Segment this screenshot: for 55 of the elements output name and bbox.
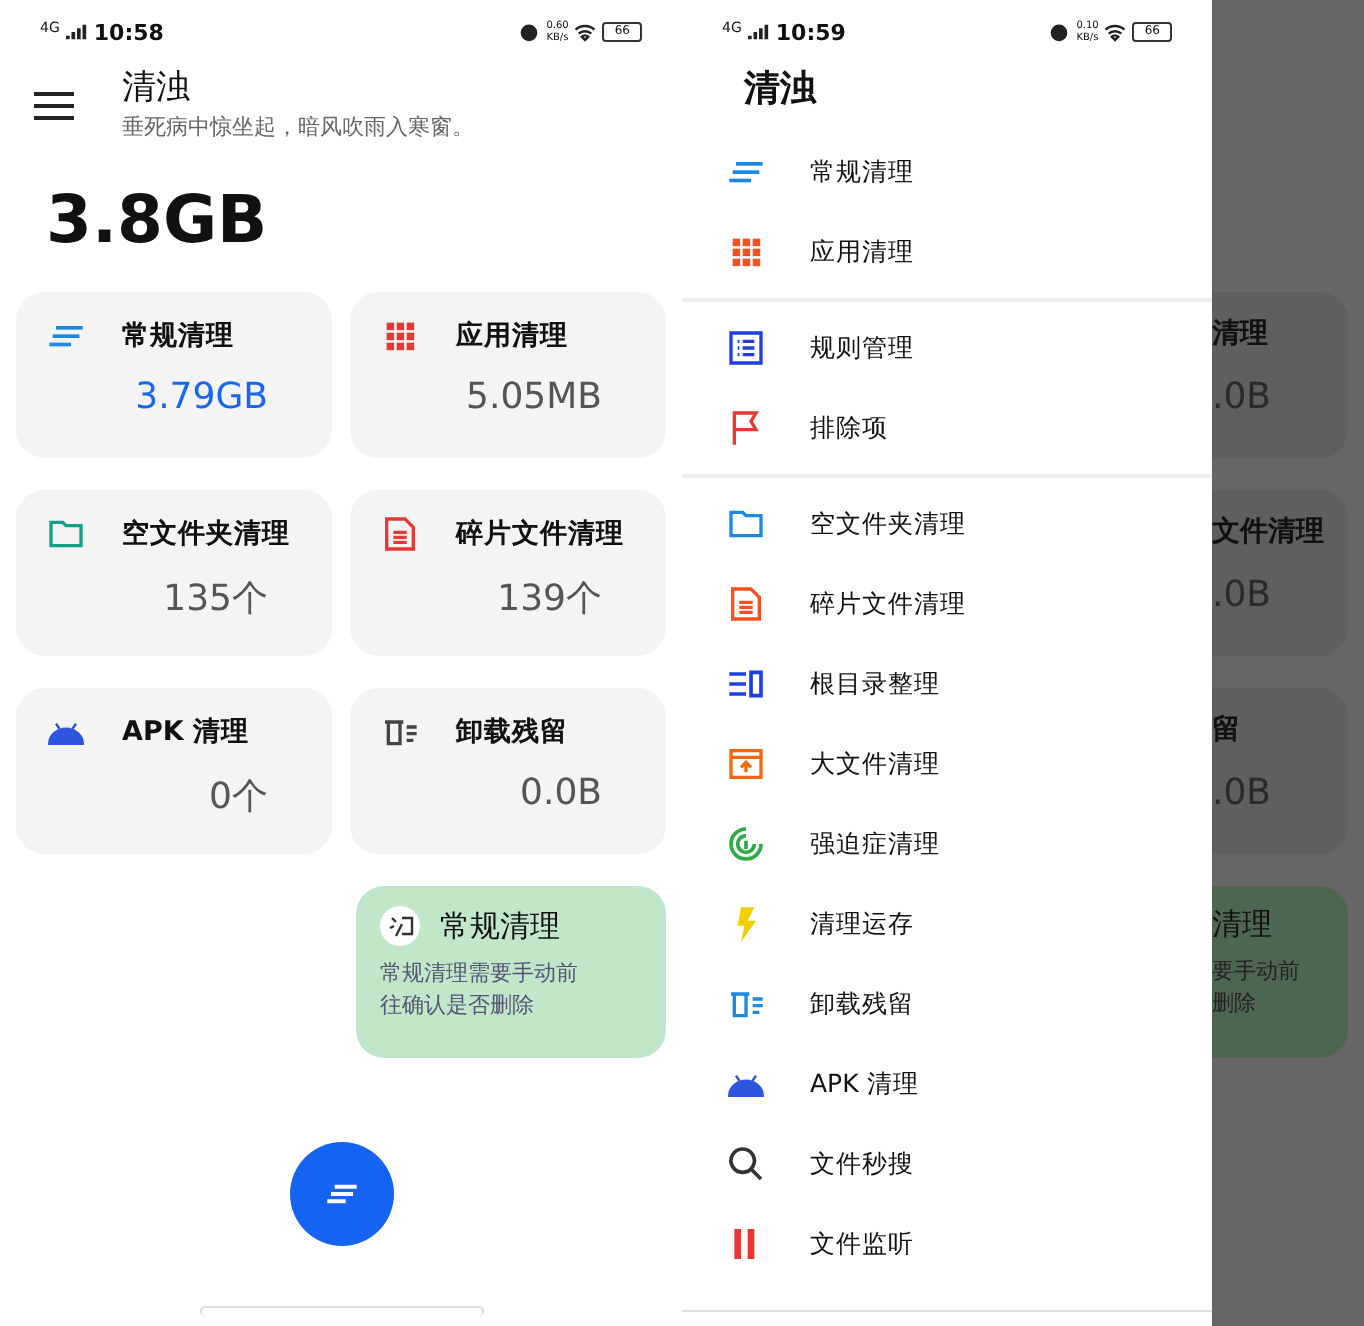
app-logo-icon: [380, 906, 420, 946]
card-title: 应用清理: [456, 318, 568, 354]
clean-card[interactable]: 卸载残留 0.0B: [350, 688, 666, 854]
drawer-item[interactable]: 常规清理: [682, 132, 1212, 212]
drawer-item[interactable]: 空文件夹清理: [682, 484, 1212, 564]
card-title: 卸载残留: [456, 714, 568, 750]
app-title: 清浊: [122, 66, 192, 112]
drawer-title: 清浊: [741, 66, 819, 114]
card-title: 碎片文件清理: [456, 516, 624, 552]
menu-icon[interactable]: [34, 92, 74, 120]
clean-card[interactable]: 空文件夹清理 135个: [16, 490, 332, 656]
app-subtitle: 垂死病中惊坐起，暗风吹雨入寒窗。: [122, 112, 474, 142]
drawer-item[interactable]: 大文件清理: [682, 724, 1212, 804]
drawer-item[interactable]: 清理运存: [682, 884, 1212, 964]
alarm-icon: [518, 22, 541, 42]
wifi-icon: [1104, 22, 1127, 42]
card-title: 常规清理: [122, 318, 234, 354]
tip-text: 要手动前: [1212, 956, 1302, 988]
card-title: 空文件夹清理: [122, 516, 290, 552]
drawer-item[interactable]: 碎片文件清理: [682, 564, 1212, 644]
card-title: 清理: [1212, 906, 1274, 944]
drawer-item[interactable]: 文件监听: [682, 1204, 1212, 1284]
card-title: 文件清理: [1212, 514, 1326, 550]
drawer-item[interactable]: 应用清理: [682, 212, 1212, 292]
drawer-item[interactable]: 文件秒搜: [682, 1124, 1212, 1204]
signal-icon: [65, 22, 88, 42]
status-time: 10:59: [775, 19, 846, 45]
drawer-item[interactable]: 规则管理: [682, 308, 1212, 388]
clean-card[interactable]: 应用清理 5.05MB: [350, 292, 666, 458]
tip-title: 常规清理: [440, 907, 560, 945]
status-time: 10:58: [93, 19, 164, 45]
card-value: 135个: [163, 576, 268, 622]
card-value: 0.0B: [520, 772, 602, 814]
drawer-item[interactable]: 排除项: [682, 388, 1212, 468]
card-value: 0个: [209, 774, 268, 820]
clean-card[interactable]: APK 清理 0个: [16, 688, 332, 854]
total-size: 3.8GB: [44, 178, 270, 262]
card-title: APK 清理: [122, 714, 250, 750]
drawer-item[interactable]: 卸载残留: [682, 964, 1212, 1044]
card-value: 3.79GB: [135, 376, 268, 418]
tip-text: 常规清理需要手动前往确认是否删除: [380, 958, 580, 1022]
drawer-item[interactable]: 强迫症清理: [682, 804, 1212, 884]
tip-text: 删除: [1212, 988, 1258, 1020]
card-value: 139个: [497, 576, 602, 622]
clean-card[interactable]: 常规清理 3.79GB: [16, 292, 332, 458]
card-title: 清理: [1212, 316, 1270, 352]
clean-fab[interactable]: [289, 1142, 393, 1246]
clean-card[interactable]: 碎片文件清理 139个: [350, 490, 666, 656]
card-title: 留: [1212, 712, 1242, 748]
wifi-icon: [574, 22, 597, 42]
drawer-item[interactable]: 根目录整理: [682, 644, 1212, 724]
card-value: 5.05MB: [466, 376, 602, 418]
alarm-icon: [1048, 22, 1071, 42]
signal-icon: [747, 22, 770, 42]
drawer-item[interactable]: APK 清理: [682, 1044, 1212, 1124]
